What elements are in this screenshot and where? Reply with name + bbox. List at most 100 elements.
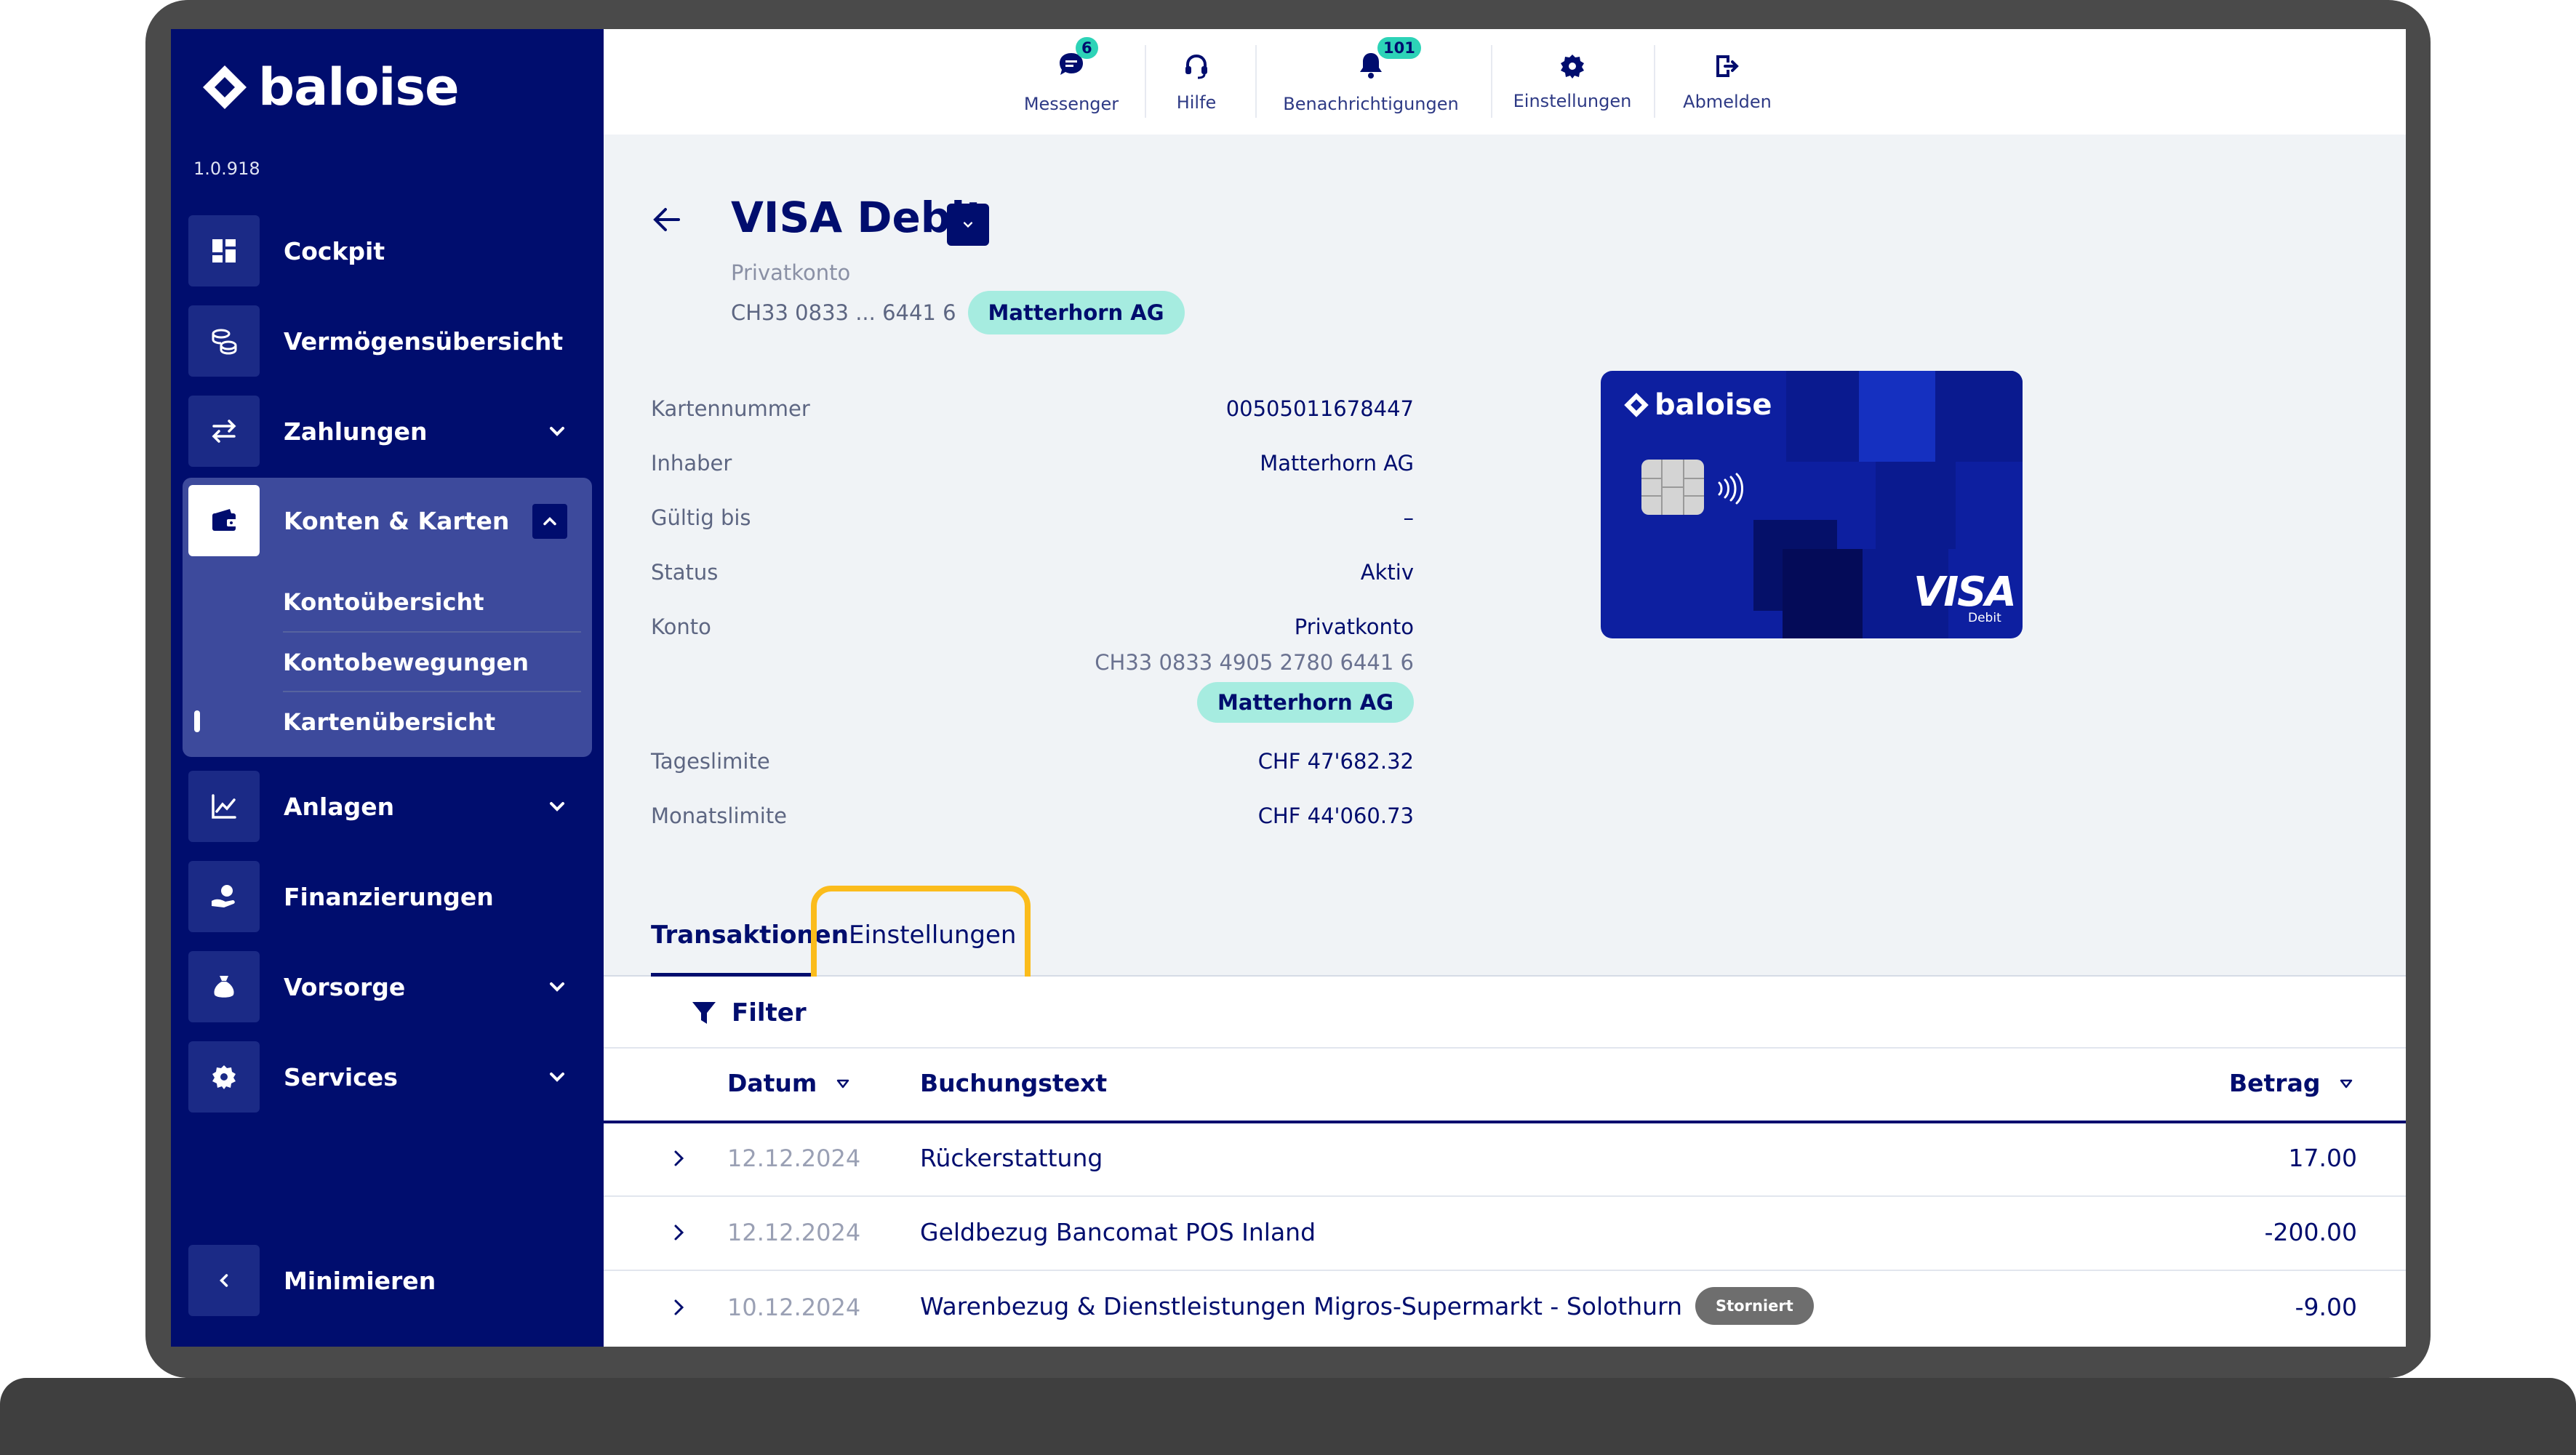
row-text: Warenbezug & Dienstleistungen Migros-Sup… (920, 1291, 1682, 1320)
help-button[interactable]: Hilfe (1156, 29, 1236, 135)
detail-pill-wrap: Matterhorn AG (1055, 682, 1414, 723)
gear-icon (1561, 54, 1584, 79)
back-arrow-icon[interactable] (651, 204, 683, 236)
collapse-button[interactable] (532, 504, 567, 539)
logout-button[interactable]: Abmelden (1673, 29, 1782, 135)
card-pattern (1935, 371, 2023, 462)
column-header-betrag[interactable]: Betrag (2229, 1069, 2353, 1097)
messenger-label: Messenger (1023, 93, 1119, 114)
sidebar-item-konten-karten[interactable]: Konten & Karten (188, 484, 583, 557)
headset-icon (1185, 54, 1207, 79)
row-amount: 17.00 (2288, 1144, 2357, 1172)
help-label: Hilfe (1176, 92, 1217, 113)
visa-logo: VISA (1913, 569, 2017, 616)
row-text-wrap: Warenbezug & Dienstleistungen Migros-Sup… (920, 1287, 1814, 1325)
row-amount: -9.00 (2295, 1293, 2357, 1321)
sidebar-subitem-kontobewegungen[interactable]: Kontobewegungen (283, 633, 574, 692)
coins-icon (188, 305, 260, 377)
sidebar-item-finanzierungen[interactable]: Finanzierungen (188, 860, 583, 933)
account-type: Privatkonto (731, 260, 851, 285)
transfer-icon (188, 396, 260, 467)
app-screen: baloise 1.0.918 Cockpit Vermögensübersic… (171, 29, 2406, 1347)
logout-label: Abmelden (1683, 91, 1772, 112)
baloise-logo-icon (203, 65, 247, 109)
chevron-down-icon[interactable] (545, 420, 569, 443)
contactless-icon (1718, 473, 1743, 505)
baloise-logo[interactable]: baloise (200, 57, 460, 117)
detail-label: Inhaber (651, 451, 732, 476)
top-bar: 6 Messenger Hilfe 101 Benachrichtigungen… (604, 29, 2406, 135)
sort-down-icon (2340, 1079, 2353, 1088)
card-pattern (1876, 462, 1956, 549)
detail-label: Monatslimite (651, 803, 788, 828)
chevron-down-icon[interactable] (545, 975, 569, 998)
row-text: Rückerstattung (920, 1144, 1103, 1172)
card-pattern (1786, 371, 1859, 462)
divider (1145, 45, 1146, 118)
notifications-label: Benachrichtigungen (1283, 93, 1459, 114)
notifications-button[interactable]: 101 Benachrichtigungen (1269, 29, 1473, 135)
sidebar-item-zahlungen[interactable]: Zahlungen (188, 395, 583, 468)
minimize-button[interactable]: Minimieren (188, 1244, 583, 1317)
column-header-label: Datum (727, 1069, 817, 1097)
gear-icon (188, 1041, 260, 1113)
row-date: 12.12.2024 (727, 1219, 861, 1246)
row-text: Geldbezug Bancomat POS Inland (920, 1218, 1316, 1246)
filter-button[interactable]: Filter (691, 998, 807, 1027)
chevron-right-icon[interactable] (668, 1222, 690, 1243)
sidebar-subitem-kartenuebersicht[interactable]: Kartenübersicht (283, 692, 574, 752)
row-date: 12.12.2024 (727, 1145, 861, 1172)
logout-icon (1716, 55, 1739, 77)
sidebar-item-label: Konten & Karten (284, 506, 510, 535)
card-pattern (1859, 371, 1935, 462)
column-header-buchungstext[interactable]: Buchungstext (920, 1069, 1107, 1097)
account-dropdown-button[interactable] (947, 204, 989, 246)
sidebar-item-label: Cockpit (284, 236, 385, 265)
sidebar: baloise 1.0.918 Cockpit Vermögensübersic… (171, 29, 604, 1347)
sidebar-item-cockpit[interactable]: Cockpit (188, 215, 583, 287)
filter-icon (692, 1002, 716, 1024)
card-type-label: Debit (1968, 611, 2001, 625)
messenger-button[interactable]: 6 Messenger (1017, 29, 1126, 135)
sidebar-item-vorsorge[interactable]: Vorsorge (188, 950, 583, 1023)
sidebar-item-label: Zahlungen (284, 417, 428, 446)
app-version: 1.0.918 (193, 159, 260, 179)
chip-icon (1641, 460, 1704, 515)
chevron-down-icon[interactable] (545, 795, 569, 818)
chevron-down-icon[interactable] (545, 1065, 569, 1089)
sidebar-item-label: Finanzierungen (284, 882, 494, 911)
wallet-icon (188, 485, 260, 556)
sort-down-icon (837, 1079, 849, 1088)
filter-label: Filter (732, 998, 807, 1027)
settings-button[interactable]: Einstellungen (1500, 29, 1645, 135)
chevron-right-icon[interactable] (668, 1147, 690, 1169)
chevron-right-icon[interactable] (668, 1296, 690, 1318)
row-date: 10.12.2024 (727, 1294, 861, 1321)
detail-label: Kartennummer (651, 396, 810, 421)
active-indicator (194, 710, 200, 732)
money-bag-icon (188, 951, 260, 1022)
detail-value: – (1403, 505, 1415, 530)
messenger-badge: 6 (1076, 36, 1098, 59)
chevron-down-icon (963, 222, 973, 228)
sidebar-item-label: Anlagen (284, 792, 395, 821)
holder-pill: Matterhorn AG (967, 291, 1185, 334)
detail-label: Gültig bis (651, 505, 751, 530)
sidebar-subitem-kontouebersicht[interactable]: Kontoübersicht (283, 572, 574, 632)
detail-value: 00505011678447 (1225, 396, 1414, 421)
column-header-label: Betrag (2229, 1069, 2321, 1097)
sidebar-item-services[interactable]: Services (188, 1041, 583, 1113)
sidebar-item-label: Services (284, 1062, 398, 1091)
card-pattern (1783, 549, 1863, 638)
column-header-datum[interactable]: Datum (727, 1069, 850, 1097)
sidebar-item-vermoegensuebersicht[interactable]: Vermögensübersicht (188, 305, 583, 377)
detail-sub-value: CH33 0833 4905 2780 6441 6 (1095, 650, 1414, 675)
detail-label: Status (651, 560, 719, 585)
card-image: baloise VISA Debit (1601, 371, 2023, 638)
chevron-up-icon (543, 517, 556, 526)
baloise-logo-icon (1624, 393, 1649, 417)
notifications-badge: 101 (1377, 36, 1421, 59)
divider (1255, 45, 1257, 118)
account-iban: CH33 0833 ... 6441 6 (731, 300, 956, 325)
sidebar-item-anlagen[interactable]: Anlagen (188, 770, 583, 843)
